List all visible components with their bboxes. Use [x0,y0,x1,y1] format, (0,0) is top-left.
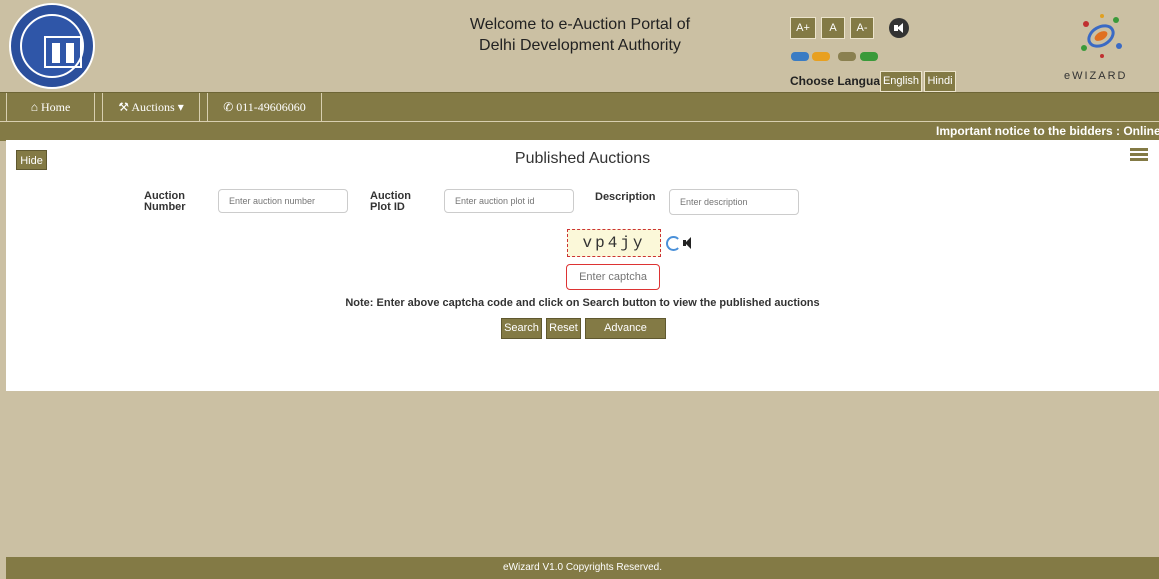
nav-bar: ⌂ Home ⚒ Auctions ▾ ✆ 011-49606060 [0,92,1159,121]
gavel-icon: ⚒ [118,100,130,114]
theme-green-swatch[interactable] [860,52,878,61]
description-input[interactable] [669,189,799,215]
english-button[interactable]: English [880,71,922,92]
published-auctions-panel: Hide Published Auctions Auction Number A… [6,140,1159,391]
ewizard-logo-icon [1081,14,1122,58]
plot-id-label-line2: Plot ID [370,201,405,213]
reset-button[interactable]: Reset [546,318,581,339]
font-increase-button[interactable]: A+ [790,17,816,39]
auction-number-label-line2: Number [144,201,186,213]
notice-ticker[interactable]: Important notice to the bidders : Online… [0,121,1159,141]
dda-logo [9,3,95,89]
page-title: Published Auctions [514,150,651,167]
nav-phone-label: 011-49606060 [236,100,306,114]
ewizard-brand-text: eWIZARD [1064,70,1128,82]
nav-auctions-label: Auctions [131,100,175,114]
phone-icon: ✆ [223,100,234,114]
header: Welcome to e-Auction Portal of Delhi Dev… [0,0,1159,92]
caret-down-icon: ▾ [177,100,184,114]
welcome-line-2: Delhi Development Authority [479,37,681,54]
audio-captcha-icon[interactable] [683,236,699,250]
theme-olive-swatch[interactable] [838,52,856,61]
speaker-icon[interactable] [889,18,909,38]
font-reset-button[interactable]: A [821,17,845,39]
theme-blue-swatch[interactable] [791,52,809,61]
search-button[interactable]: Search [501,318,542,339]
nav-home[interactable]: ⌂ Home [6,93,95,121]
home-icon: ⌂ [30,100,38,114]
nav-auctions[interactable]: ⚒ Auctions ▾ [102,93,200,121]
captcha-note: Note: Enter above captcha code and click… [345,297,820,309]
description-label: Description [595,191,656,203]
refresh-captcha-icon[interactable] [666,236,681,251]
logo-ring [20,14,84,78]
welcome-line-1: Welcome to e-Auction Portal of [469,16,691,33]
hindi-button[interactable]: Hindi [924,71,956,92]
nav-phone[interactable]: ✆ 011-49606060 [207,93,322,121]
captcha-image: vp4jy [567,229,661,257]
theme-orange-swatch[interactable] [812,52,830,61]
list-view-icon[interactable] [1130,148,1148,162]
captcha-input[interactable] [566,264,660,290]
font-decrease-button[interactable]: A- [850,17,874,39]
welcome-title: Welcome to e-Auction Portal of Delhi Dev… [330,14,830,56]
logo-building-icon [44,36,82,68]
nav-home-label: Home [40,100,71,114]
footer-text: eWizard V1.0 Copyrights Reserved. [503,562,662,573]
notice-ticker-text: Important notice to the bidders : Online… [936,124,1159,138]
plot-id-input[interactable] [444,189,574,213]
footer: eWizard V1.0 Copyrights Reserved. [6,557,1159,579]
plot-id-label: Auction Plot ID [370,191,411,213]
advance-search-button[interactable]: Advance Search [585,318,666,353]
auction-number-input[interactable] [218,189,348,213]
auction-number-label: Auction Number [144,191,186,213]
